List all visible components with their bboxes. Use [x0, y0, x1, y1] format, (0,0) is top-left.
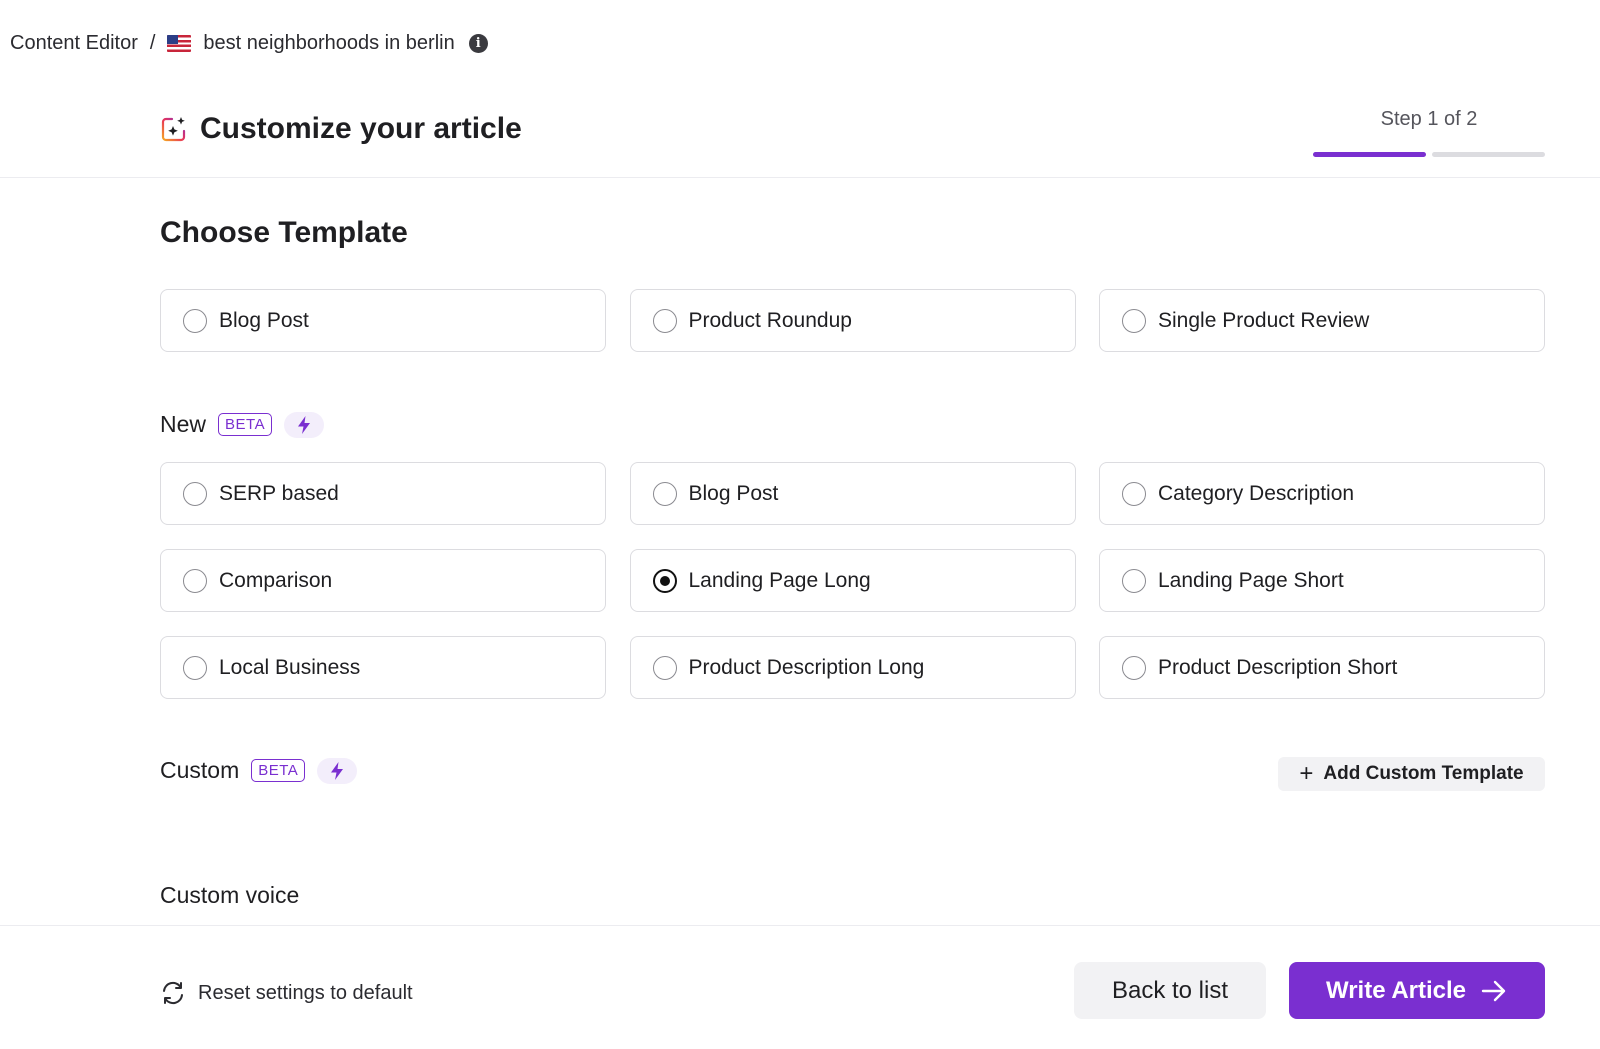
- plus-icon: +: [1299, 760, 1314, 787]
- new-group-title: New: [160, 411, 207, 437]
- page-header: Customize your article Step 1 of 2: [0, 96, 1600, 178]
- beta-badge: BETA: [218, 413, 273, 436]
- template-option-selected[interactable]: Landing Page Long: [629, 549, 1076, 612]
- page-title-group: Customize your article: [160, 112, 522, 146]
- template-option-label: Product Description Short: [1158, 655, 1398, 679]
- step-progress: [1313, 152, 1545, 157]
- radio-button[interactable]: [183, 481, 207, 506]
- breadcrumb-keyword: best neighborhoods in berlin: [203, 31, 455, 54]
- step-progress-segment-1: [1313, 152, 1426, 157]
- template-option[interactable]: Landing Page Short: [1099, 549, 1545, 612]
- write-article-label: Write Article: [1325, 976, 1467, 1004]
- template-option[interactable]: Product Description Long: [629, 636, 1076, 699]
- radio-button[interactable]: [1122, 655, 1146, 680]
- radio-button[interactable]: [652, 308, 677, 333]
- template-option[interactable]: Category Description: [1099, 462, 1545, 525]
- choose-template-heading: Choose Template: [160, 216, 408, 249]
- refresh-icon: [163, 981, 183, 1005]
- sparkle-icon: [161, 117, 186, 142]
- template-option[interactable]: Single Product Review: [1099, 289, 1545, 352]
- us-flag-icon: [167, 34, 192, 52]
- radio-button-checked[interactable]: [652, 568, 677, 593]
- template-option-label: Landing Page Short: [1158, 568, 1344, 592]
- template-option-label: Blog Post: [688, 481, 779, 505]
- info-icon[interactable]: i: [468, 33, 488, 53]
- add-custom-template-button[interactable]: + Add Custom Template: [1278, 757, 1545, 791]
- template-option-label: Comparison: [219, 568, 333, 592]
- beta-badge: BETA: [251, 759, 306, 782]
- template-option[interactable]: Blog Post: [160, 289, 606, 352]
- custom-voice-label: Custom voice: [160, 882, 300, 908]
- template-option[interactable]: SERP based: [160, 462, 606, 525]
- step-progress-segment-2: [1432, 152, 1545, 157]
- arrow-right-icon: [1481, 980, 1506, 1001]
- template-option-label: SERP based: [219, 481, 339, 505]
- radio-button[interactable]: [183, 308, 207, 333]
- radio-button[interactable]: [652, 481, 677, 506]
- lightning-icon: [317, 757, 358, 784]
- radio-button[interactable]: [1122, 308, 1146, 333]
- template-option[interactable]: Comparison: [160, 549, 606, 612]
- back-to-list-button[interactable]: Back to list: [1074, 962, 1266, 1019]
- custom-group-title: Custom: [160, 757, 240, 783]
- template-option-label: Blog Post: [219, 308, 309, 332]
- template-option-label: Landing Page Long: [688, 568, 871, 592]
- template-option-label: Local Business: [219, 655, 361, 679]
- new-group-label: New BETA: [160, 411, 325, 438]
- radio-button[interactable]: [183, 568, 207, 593]
- radio-button[interactable]: [1122, 481, 1146, 506]
- template-option-label: Product Description Long: [688, 655, 925, 679]
- template-option-label: Product Roundup: [688, 308, 852, 332]
- template-option[interactable]: Blog Post: [629, 462, 1076, 525]
- breadcrumb: Content Editor / best neighborhoods in b…: [10, 28, 488, 58]
- breadcrumb-content-editor[interactable]: Content Editor: [10, 32, 138, 55]
- reset-settings-button[interactable]: Reset settings to default: [160, 980, 413, 1006]
- add-custom-template-label: Add Custom Template: [1323, 763, 1524, 784]
- template-option-label: Single Product Review: [1158, 308, 1370, 332]
- radio-button[interactable]: [1122, 568, 1146, 593]
- lightning-icon: [284, 411, 325, 438]
- template-option[interactable]: Local Business: [160, 636, 606, 699]
- reset-settings-label: Reset settings to default: [198, 981, 413, 1004]
- footer-bar: Reset settings to default Back to list W…: [0, 925, 1600, 1049]
- custom-group-label: Custom BETA: [160, 757, 358, 784]
- breadcrumb-separator: /: [149, 31, 156, 54]
- standard-template-grid: Blog Post Product Roundup Single Product…: [160, 289, 1545, 352]
- step-indicator: Step 1 of 2: [1380, 108, 1478, 130]
- template-option[interactable]: Product Roundup: [629, 289, 1076, 352]
- radio-button[interactable]: [183, 655, 207, 680]
- write-article-button[interactable]: Write Article: [1289, 962, 1545, 1019]
- page-title: Customize your article: [200, 112, 522, 145]
- template-option[interactable]: Product Description Short: [1099, 636, 1545, 699]
- radio-button[interactable]: [652, 655, 677, 680]
- new-template-grid: SERP based Blog Post Category Descriptio…: [160, 462, 1545, 699]
- template-option-label: Category Description: [1158, 481, 1355, 505]
